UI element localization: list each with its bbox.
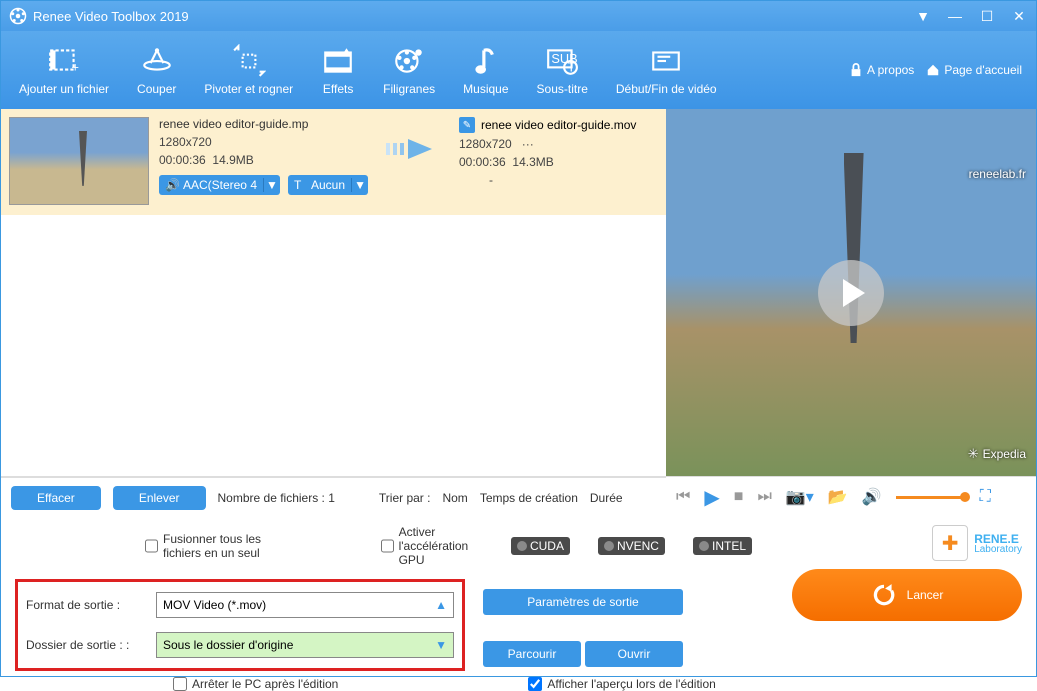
merge-checkbox[interactable]: Fusionner tous les fichiers en un seul: [145, 532, 286, 560]
output-extra: -: [459, 173, 636, 187]
effects-button[interactable]: Effets: [307, 31, 369, 109]
volume-icon[interactable]: 🔊: [862, 487, 882, 507]
remove-button[interactable]: Enlever: [113, 486, 206, 510]
source-filename: renee video editor-guide.mp: [159, 117, 369, 131]
titlebar: Renee Video Toolbox 2019 ▼ — ☐ ✕: [1, 1, 1036, 31]
source-duration-size: 00:00:36 14.9MB: [159, 153, 369, 167]
maximize-button[interactable]: ☐: [978, 8, 996, 25]
svg-text:T: T: [568, 60, 576, 75]
output-options: Fusionner tous les fichiers en un seul A…: [1, 517, 1036, 677]
add-file-icon: +: [47, 44, 81, 78]
output-duration: 00:00:36: [459, 155, 506, 169]
format-dropdown[interactable]: MOV Video (*.mov)▲: [156, 592, 454, 618]
rotate-icon: [232, 44, 266, 78]
output-form: Format de sortie : MOV Video (*.mov)▲ Do…: [15, 579, 465, 671]
format-label: Format de sortie :: [26, 598, 156, 612]
preview-checkbox[interactable]: Afficher l'aperçu lors de l'édition: [528, 677, 715, 691]
window-title: Renee Video Toolbox 2019: [33, 9, 914, 24]
preview-watermark: reneelab.fr: [969, 167, 1026, 181]
play-control-button[interactable]: ▶: [704, 485, 719, 510]
open-folder-button[interactable]: 📂: [828, 487, 848, 507]
folder-dropdown[interactable]: Sous le dossier d'origine▼: [156, 632, 454, 658]
file-thumbnail: [9, 117, 149, 205]
home-link[interactable]: Page d'accueil: [926, 63, 1022, 77]
preview-watermark-2: ✳ Expedia: [968, 446, 1026, 462]
shutdown-checkbox[interactable]: Arrêter le PC après l'édition: [173, 677, 338, 691]
player-controls: ⏮ ▶ ■ ⏭ 📷▾ 📂 🔊 ⛶: [666, 477, 1036, 517]
subtitle-icon: SUBT: [545, 44, 579, 78]
convert-arrow-icon: [379, 135, 449, 163]
output-size: 14.3MB: [512, 155, 553, 169]
close-button[interactable]: ✕: [1010, 8, 1028, 25]
clear-button[interactable]: Effacer: [11, 486, 101, 510]
svg-text:+: +: [71, 60, 78, 75]
open-button[interactable]: Ouvrir: [585, 641, 683, 667]
watermark-button[interactable]: Filigranes: [369, 31, 449, 109]
file-count: Nombre de fichiers : 1: [218, 491, 335, 505]
snapshot-button[interactable]: 📷▾: [786, 487, 814, 507]
output-resolution: 1280x720: [459, 137, 512, 151]
intel-badge: INTEL: [693, 537, 752, 555]
brand-icon: ✚: [932, 525, 968, 561]
add-file-button[interactable]: + Ajouter un fichier: [5, 31, 123, 109]
lock-icon: [849, 63, 863, 77]
file-row[interactable]: renee video editor-guide.mp 1280x720 00:…: [1, 109, 666, 215]
music-button[interactable]: Musique: [449, 31, 522, 109]
output-filename: renee video editor-guide.mov: [481, 118, 636, 132]
subtitle-button[interactable]: SUBT Sous-titre: [523, 31, 602, 109]
browse-button[interactable]: Parcourir: [483, 641, 581, 667]
sort-label: Trier par :: [379, 491, 431, 505]
rotate-crop-button[interactable]: Pivoter et rogner: [190, 31, 307, 109]
next-frame-button[interactable]: ⏭: [757, 488, 771, 506]
cuda-badge: CUDA: [511, 537, 570, 555]
intro-outro-button[interactable]: Début/Fin de vidéo: [602, 31, 731, 109]
cut-button[interactable]: Couper: [123, 31, 190, 109]
subtitle-track-dropdown[interactable]: T Aucun▼: [288, 175, 368, 195]
video-preview: reneelab.fr ✳ Expedia: [666, 109, 1036, 476]
nvenc-badge: NVENC: [598, 537, 665, 555]
output-params-button[interactable]: Paramètres de sortie: [483, 589, 683, 615]
sort-by-time[interactable]: Temps de création: [480, 491, 578, 505]
launch-button[interactable]: Lancer: [792, 569, 1022, 621]
music-icon: [469, 44, 503, 78]
stop-button[interactable]: ■: [734, 488, 744, 506]
minimize-button[interactable]: —: [946, 8, 964, 25]
effects-icon: [321, 44, 355, 78]
sort-by-name[interactable]: Nom: [442, 491, 467, 505]
app-logo-icon: [9, 7, 27, 25]
watermark-icon: [392, 44, 426, 78]
dropdown-icon[interactable]: ▼: [914, 8, 932, 25]
play-button[interactable]: [818, 260, 884, 326]
sort-by-duration[interactable]: Durée: [590, 491, 623, 505]
edit-output-icon[interactable]: ✎: [459, 117, 475, 133]
audio-track-dropdown[interactable]: 🔊 AAC(Stereo 4▼: [159, 175, 280, 195]
cut-icon: [140, 44, 174, 78]
volume-slider[interactable]: [896, 496, 966, 499]
refresh-icon: [871, 582, 897, 608]
main-toolbar: + Ajouter un fichier Couper Pivoter et r…: [1, 31, 1036, 109]
prev-frame-button[interactable]: ⏮: [676, 488, 690, 506]
fullscreen-button[interactable]: ⛶: [980, 488, 991, 506]
about-link[interactable]: A propos: [849, 63, 914, 77]
home-icon: [926, 63, 940, 77]
gpu-checkbox[interactable]: Activer l'accélération GPU: [381, 525, 483, 567]
file-list: renee video editor-guide.mp 1280x720 00:…: [1, 109, 666, 476]
brand-logo: ✚ RENE.ELaboratory: [932, 525, 1022, 561]
list-actions-bar: Effacer Enlever Nombre de fichiers : 1 T…: [1, 477, 666, 517]
folder-label: Dossier de sortie : :: [26, 638, 156, 652]
intro-icon: [649, 44, 683, 78]
source-resolution: 1280x720: [159, 135, 369, 149]
